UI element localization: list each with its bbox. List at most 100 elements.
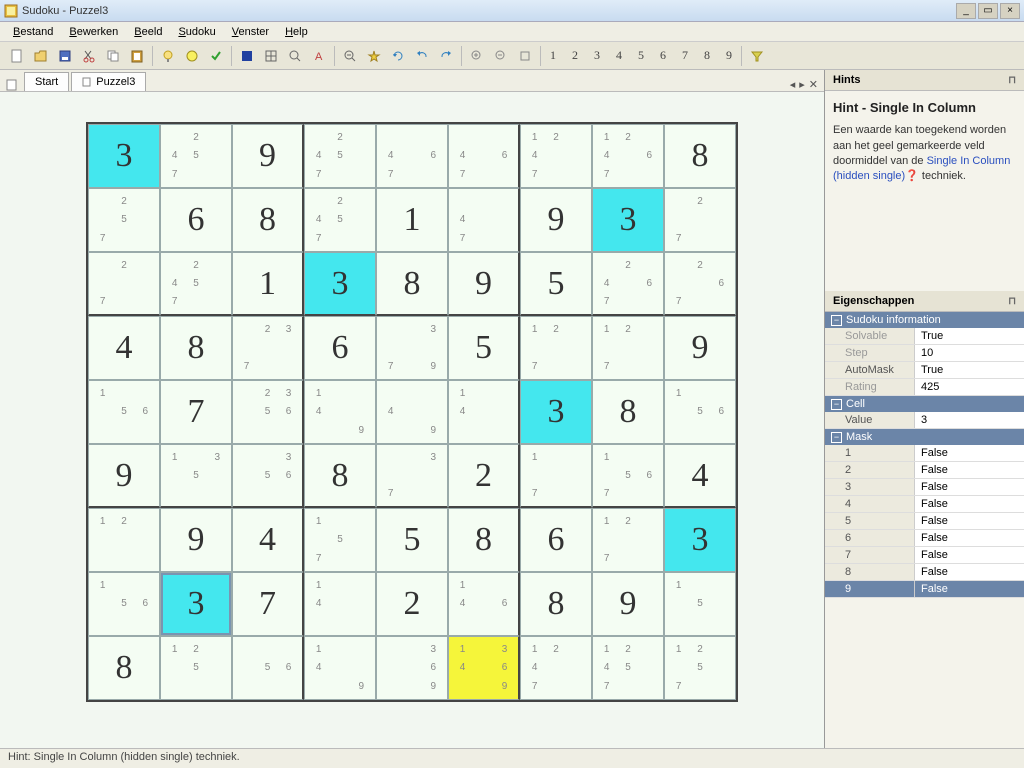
cell-1-6[interactable]: 9 (520, 188, 592, 252)
cell-0-8[interactable]: 8 (664, 124, 736, 188)
cell-2-0[interactable]: 27 (88, 252, 160, 316)
prop-row[interactable]: 2False (825, 462, 1024, 479)
cell-2-7[interactable]: 2467 (592, 252, 664, 316)
tab-prev-icon[interactable]: ◂ (790, 78, 796, 91)
prop-group[interactable]: −Sudoku information (825, 312, 1024, 328)
cell-3-0[interactable]: 4 (88, 316, 160, 380)
cell-3-4[interactable]: 379 (376, 316, 448, 380)
cell-2-6[interactable]: 5 (520, 252, 592, 316)
prop-row[interactable]: Value3 (825, 412, 1024, 429)
cell-5-3[interactable]: 8 (304, 444, 376, 508)
cell-1-1[interactable]: 6 (160, 188, 232, 252)
tab-close-icon[interactable]: ✕ (809, 78, 818, 91)
cell-3-3[interactable]: 6 (304, 316, 376, 380)
menu-sudoku[interactable]: Sudoku (171, 24, 222, 40)
cell-1-3[interactable]: 2457 (304, 188, 376, 252)
prop-row[interactable]: 3False (825, 479, 1024, 496)
menu-venster[interactable]: Venster (225, 24, 276, 40)
cell-3-1[interactable]: 8 (160, 316, 232, 380)
cell-7-3[interactable]: 14 (304, 572, 376, 636)
cell-6-1[interactable]: 9 (160, 508, 232, 572)
cell-7-7[interactable]: 9 (592, 572, 664, 636)
cell-3-6[interactable]: 127 (520, 316, 592, 380)
cell-1-7[interactable]: 3 (592, 188, 664, 252)
cell-5-5[interactable]: 2 (448, 444, 520, 508)
cell-5-6[interactable]: 17 (520, 444, 592, 508)
cell-6-7[interactable]: 127 (592, 508, 664, 572)
cell-4-8[interactable]: 156 (664, 380, 736, 444)
cell-1-2[interactable]: 8 (232, 188, 304, 252)
prop-row[interactable]: SolvableTrue (825, 328, 1024, 345)
cell-8-0[interactable]: 8 (88, 636, 160, 700)
tab-start[interactable]: Start (24, 72, 69, 91)
cell-5-4[interactable]: 37 (376, 444, 448, 508)
cell-2-8[interactable]: 267 (664, 252, 736, 316)
cell-1-8[interactable]: 27 (664, 188, 736, 252)
cut-icon[interactable] (78, 45, 100, 67)
star-icon[interactable] (363, 45, 385, 67)
cell-7-0[interactable]: 156 (88, 572, 160, 636)
sudoku-board[interactable]: 3245792457467467124712467825768245714793… (86, 122, 738, 702)
fill-icon[interactable] (236, 45, 258, 67)
prop-row[interactable]: 8False (825, 564, 1024, 581)
menu-bewerken[interactable]: Bewerken (62, 24, 125, 40)
pin-icon[interactable]: ⊓ (1008, 296, 1016, 307)
cell-8-1[interactable]: 125 (160, 636, 232, 700)
open-icon[interactable] (30, 45, 52, 67)
prop-row[interactable]: 7False (825, 547, 1024, 564)
cell-1-4[interactable]: 1 (376, 188, 448, 252)
zoom-in-icon[interactable] (466, 45, 488, 67)
cell-3-7[interactable]: 127 (592, 316, 664, 380)
zoom-reset-icon[interactable] (490, 45, 512, 67)
cell-5-7[interactable]: 1567 (592, 444, 664, 508)
cell-6-3[interactable]: 157 (304, 508, 376, 572)
zoom-fit-icon[interactable] (514, 45, 536, 67)
number-2[interactable]: 2 (567, 48, 583, 63)
tab-next-icon[interactable]: ▸ (799, 78, 805, 91)
cell-6-0[interactable]: 12 (88, 508, 160, 572)
number-5[interactable]: 5 (633, 48, 649, 63)
cell-6-8[interactable]: 3 (664, 508, 736, 572)
prop-row[interactable]: 4False (825, 496, 1024, 513)
cell-0-1[interactable]: 2457 (160, 124, 232, 188)
cell-8-5[interactable]: 13469 (448, 636, 520, 700)
cell-5-1[interactable]: 135 (160, 444, 232, 508)
cell-2-1[interactable]: 2457 (160, 252, 232, 316)
cell-0-3[interactable]: 2457 (304, 124, 376, 188)
prop-row[interactable]: Rating425 (825, 379, 1024, 396)
cell-4-3[interactable]: 149 (304, 380, 376, 444)
cell-5-2[interactable]: 356 (232, 444, 304, 508)
maximize-button[interactable]: ▭ (978, 3, 998, 19)
cell-4-4[interactable]: 49 (376, 380, 448, 444)
menu-bestand[interactable]: Bestand (6, 24, 60, 40)
font-icon[interactable]: A (308, 45, 330, 67)
cell-2-2[interactable]: 1 (232, 252, 304, 316)
cell-0-2[interactable]: 9 (232, 124, 304, 188)
cell-4-0[interactable]: 156 (88, 380, 160, 444)
prop-group[interactable]: −Mask (825, 429, 1024, 445)
prop-row[interactable]: 9False (825, 581, 1024, 598)
cell-1-5[interactable]: 47 (448, 188, 520, 252)
filter-icon[interactable] (746, 45, 768, 67)
cell-4-7[interactable]: 8 (592, 380, 664, 444)
cell-0-5[interactable]: 467 (448, 124, 520, 188)
cell-8-7[interactable]: 12457 (592, 636, 664, 700)
number-1[interactable]: 1 (545, 48, 561, 63)
search-icon[interactable] (284, 45, 306, 67)
number-7[interactable]: 7 (677, 48, 693, 63)
copy-icon[interactable] (102, 45, 124, 67)
cell-5-8[interactable]: 4 (664, 444, 736, 508)
pin-icon[interactable]: ⊓ (1008, 75, 1016, 86)
cell-1-0[interactable]: 257 (88, 188, 160, 252)
refresh-icon[interactable] (387, 45, 409, 67)
cell-8-3[interactable]: 149 (304, 636, 376, 700)
cell-4-2[interactable]: 2356 (232, 380, 304, 444)
prop-row[interactable]: AutoMaskTrue (825, 362, 1024, 379)
cell-4-1[interactable]: 7 (160, 380, 232, 444)
cell-7-4[interactable]: 2 (376, 572, 448, 636)
cell-4-6[interactable]: 3 (520, 380, 592, 444)
minimize-button[interactable]: _ (956, 3, 976, 19)
number-8[interactable]: 8 (699, 48, 715, 63)
solve-icon[interactable] (205, 45, 227, 67)
new-icon[interactable] (6, 45, 28, 67)
